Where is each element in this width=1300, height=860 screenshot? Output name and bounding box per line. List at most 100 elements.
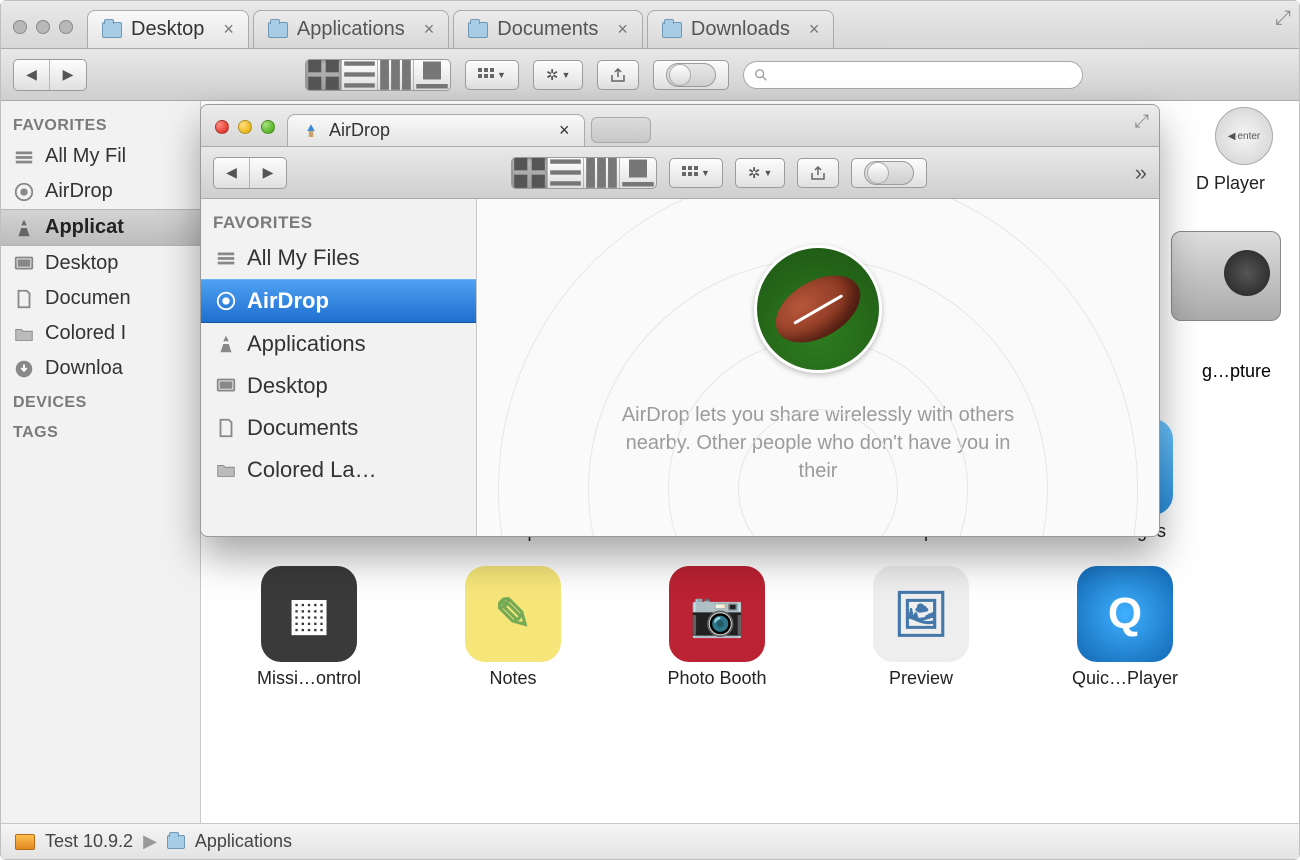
- zoom-button[interactable]: [261, 120, 275, 134]
- sidebar-item-colored[interactable]: Colored I: [1, 316, 200, 351]
- sidebar-item-label: Applicat: [45, 216, 124, 239]
- tab-close-icon[interactable]: ×: [559, 120, 570, 141]
- tags-button[interactable]: [653, 60, 729, 90]
- nav-back-button[interactable]: ◀: [14, 60, 50, 90]
- sidebar-section-header: FAVORITES: [1, 109, 200, 139]
- share-icon: [610, 68, 626, 82]
- minimize-button[interactable]: [36, 20, 50, 34]
- back-toolbar: ◀ ▶ ▼ ✲▼: [1, 49, 1299, 101]
- sidebar-item-desktop[interactable]: Desktop: [1, 246, 200, 281]
- sidebar-item-label: Documents: [247, 415, 358, 441]
- arrange-button[interactable]: ▼: [465, 60, 519, 90]
- sidebar-item-downloads[interactable]: Downloa: [1, 351, 200, 386]
- tab-close-icon[interactable]: ×: [809, 19, 820, 40]
- app-photo-booth[interactable]: 📷Photo Booth: [627, 566, 807, 689]
- icon-view-button[interactable]: [512, 158, 548, 188]
- share-button[interactable]: [597, 60, 639, 90]
- column-view-button[interactable]: [378, 60, 414, 90]
- action-gear-button[interactable]: ✲▼: [735, 158, 786, 188]
- nav-back-button[interactable]: ◀: [214, 158, 250, 188]
- new-tab-button[interactable]: [591, 117, 651, 143]
- documents-icon: [215, 419, 237, 437]
- view-mode-segment: [511, 157, 657, 189]
- list-view-button[interactable]: [342, 60, 378, 90]
- action-gear-button[interactable]: ✲▼: [533, 60, 584, 90]
- nav-forward-button[interactable]: ▶: [250, 158, 286, 188]
- share-button[interactable]: [797, 158, 839, 188]
- list-view-button[interactable]: [548, 158, 584, 188]
- sidebar-item-colored[interactable]: Colored La…: [201, 449, 476, 491]
- sidebar-item-label: AirDrop: [247, 288, 329, 314]
- tab-close-icon[interactable]: ×: [424, 19, 435, 40]
- sidebar-section-header: TAGS: [1, 416, 200, 446]
- tab-documents[interactable]: Documents ×: [453, 10, 643, 48]
- quicktime-icon: Q: [1077, 566, 1173, 662]
- nav-back-forward: ◀ ▶: [13, 59, 87, 91]
- close-button[interactable]: [13, 20, 27, 34]
- back-tab-bar: Desktop × Applications × Documents × Dow…: [1, 1, 1299, 49]
- toolbar-overflow-icon[interactable]: »: [1135, 160, 1147, 186]
- arrange-button[interactable]: ▼: [669, 158, 723, 188]
- sidebar-item-documents[interactable]: Documen: [1, 281, 200, 316]
- tab-label: Applications: [297, 18, 405, 41]
- app-preview[interactable]: 🖼Preview: [831, 566, 1011, 689]
- tab-label: AirDrop: [329, 120, 390, 141]
- sidebar-item-documents[interactable]: Documents: [201, 407, 476, 449]
- tab-desktop[interactable]: Desktop ×: [87, 10, 249, 48]
- documents-icon: [13, 290, 35, 308]
- column-view-button[interactable]: [584, 158, 620, 188]
- sidebar-section-header: DEVICES: [1, 386, 200, 416]
- sidebar-item-label: Downloa: [45, 357, 123, 380]
- sidebar-item-label: Documen: [45, 287, 131, 310]
- app-mission-control[interactable]: ▦Missi…ontrol: [219, 566, 399, 689]
- view-mode-segment: [305, 59, 451, 91]
- sidebar-item-applications[interactable]: Applicat: [1, 209, 200, 246]
- sidebar-item-all-my-files[interactable]: All My Fil: [1, 139, 200, 174]
- tab-close-icon[interactable]: ×: [617, 19, 628, 40]
- fullscreen-icon[interactable]: ⤢: [1275, 7, 1291, 30]
- minimize-button[interactable]: [238, 120, 252, 134]
- app-label-partial: D Player: [1196, 173, 1265, 194]
- front-body: FAVORITES All My Files AirDrop Applicati…: [201, 199, 1159, 536]
- tab-downloads[interactable]: Downloads ×: [647, 10, 834, 48]
- path-segment[interactable]: Test 10.9.2: [45, 831, 133, 852]
- path-bar: Test 10.9.2 ▶ Applications: [1, 823, 1299, 859]
- sidebar-item-airdrop[interactable]: AirDrop: [1, 174, 200, 209]
- path-segment[interactable]: Applications: [195, 831, 292, 852]
- photo-booth-icon: 📷: [669, 566, 765, 662]
- sidebar-item-applications[interactable]: Applications: [201, 323, 476, 365]
- icon-view-button[interactable]: [306, 60, 342, 90]
- folder-icon: [662, 22, 682, 38]
- app-label: Notes: [489, 668, 536, 689]
- app-label: Missi…ontrol: [257, 668, 361, 689]
- back-sidebar: FAVORITES All My Fil AirDrop Applicat De…: [1, 101, 201, 823]
- app-quicktime[interactable]: QQuic…Player: [1035, 566, 1215, 689]
- sidebar-item-label: All My Fil: [45, 145, 126, 168]
- tags-toggle-icon: [666, 63, 716, 87]
- sidebar-item-airdrop[interactable]: AirDrop: [201, 279, 476, 323]
- close-button[interactable]: [215, 120, 229, 134]
- zoom-button[interactable]: [59, 20, 73, 34]
- search-input[interactable]: [743, 61, 1083, 89]
- coverflow-view-button[interactable]: [620, 158, 656, 188]
- nav-forward-button[interactable]: ▶: [50, 60, 86, 90]
- downloads-icon: [13, 360, 35, 378]
- desktop-icon: [215, 377, 237, 395]
- nav-back-forward: ◀ ▶: [213, 157, 287, 189]
- gear-icon: ✲: [748, 164, 761, 182]
- tab-applications[interactable]: Applications ×: [253, 10, 449, 48]
- sidebar-item-all-my-files[interactable]: All My Files: [201, 237, 476, 279]
- sidebar-item-desktop[interactable]: Desktop: [201, 365, 476, 407]
- airdrop-tab-icon: [302, 122, 320, 140]
- all-my-files-icon: [215, 249, 237, 267]
- tab-close-icon[interactable]: ×: [223, 19, 234, 40]
- coverflow-view-button[interactable]: [414, 60, 450, 90]
- fullscreen-icon[interactable]: ⤢: [1135, 111, 1149, 132]
- tags-button[interactable]: [851, 158, 927, 188]
- desktop-icon: [13, 255, 35, 273]
- sidebar-item-label: AirDrop: [45, 180, 113, 203]
- applications-icon: [215, 335, 237, 353]
- dashboard-icon-partial: enter: [1215, 107, 1273, 165]
- app-notes[interactable]: ✎Notes: [423, 566, 603, 689]
- tab-airdrop[interactable]: AirDrop ×: [287, 114, 585, 146]
